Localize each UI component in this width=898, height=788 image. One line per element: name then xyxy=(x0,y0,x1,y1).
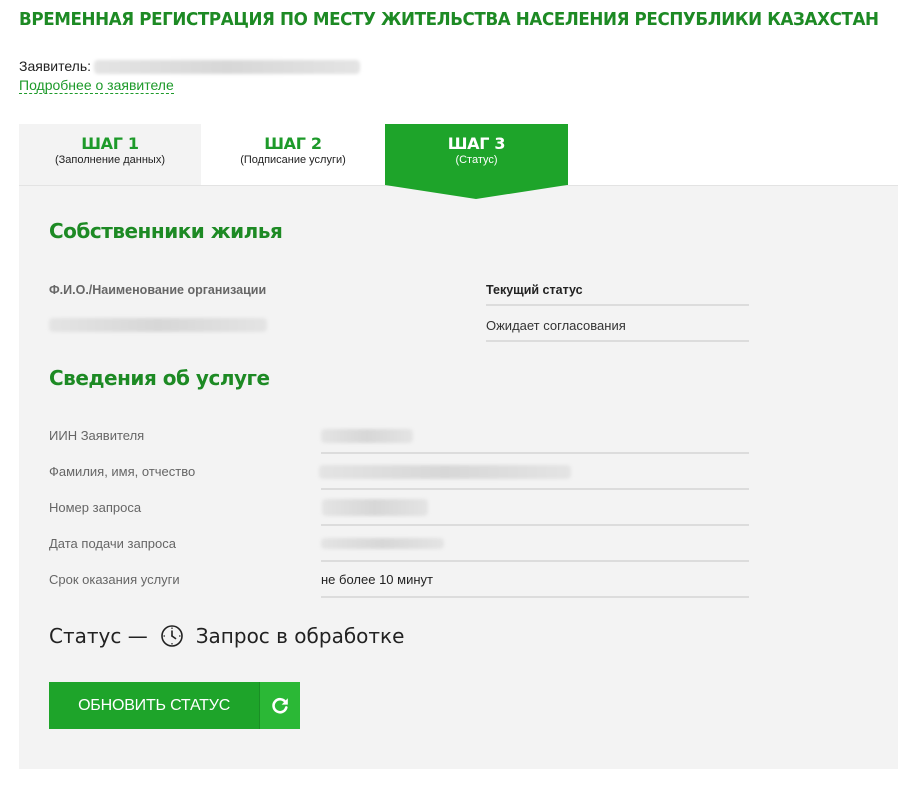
service-row-iin: ИИН Заявителя xyxy=(49,418,749,454)
fio-value-redacted xyxy=(319,465,571,479)
applicant-label: Заявитель: xyxy=(19,58,92,74)
step-3-tab[interactable]: ШАГ 3 (Статус) xyxy=(385,124,568,185)
service-row-deadline: Срок оказания услуги не более 10 минут xyxy=(49,562,749,598)
step-3-subtitle: (Статус) xyxy=(455,154,498,166)
service-row-fio: Фамилия, имя, отчество xyxy=(49,454,749,490)
step-1-tab[interactable]: ШАГ 1 (Заполнение данных) xyxy=(19,124,201,185)
service-row-label: Фамилия, имя, отчество xyxy=(49,464,196,479)
status-prefix: Статус — xyxy=(49,624,148,648)
request-date-redacted xyxy=(321,538,444,549)
step-2-title: ШАГ 2 xyxy=(264,134,322,153)
owner-name-redacted xyxy=(49,318,267,332)
owners-col-name-header: Ф.И.О./Наименование организации xyxy=(49,283,267,297)
applicant-name-redacted xyxy=(94,60,361,75)
step-3-active-pointer xyxy=(385,185,567,199)
status-text: Запрос в обработке xyxy=(195,624,405,648)
service-row-label: Срок оказания услуги xyxy=(49,572,180,587)
service-row-label: Номер запроса xyxy=(49,500,142,515)
page-title: ВРЕМЕННАЯ РЕГИСТРАЦИЯ ПО МЕСТУ ЖИТЕЛЬСТВ… xyxy=(19,10,879,30)
owners-col-status-header: Текущий статус xyxy=(486,283,583,297)
owners-header-divider xyxy=(486,304,749,306)
step-1-subtitle: (Заполнение данных) xyxy=(54,154,166,166)
step-3-title: ШАГ 3 xyxy=(447,134,506,153)
service-section-title: Сведения об услуге xyxy=(49,366,270,390)
service-row-label: ИИН Заявителя xyxy=(49,428,145,443)
service-row-value: не более 10 минут xyxy=(321,572,433,587)
applicant-details-link[interactable]: Подробнее о заявителе xyxy=(19,77,174,94)
refresh-status-label: ОБНОВИТЬ СТАТУС xyxy=(78,697,231,714)
refresh-status-button[interactable]: ОБНОВИТЬ СТАТУС xyxy=(49,682,300,729)
step-2-tab[interactable]: ШАГ 2 (Подписание услуги) xyxy=(201,124,385,185)
step-1-title: ШАГ 1 xyxy=(81,134,139,153)
step-2-subtitle: (Подписание услуги) xyxy=(240,154,346,166)
owners-row-divider xyxy=(486,340,749,342)
page-root: ВРЕМЕННАЯ РЕГИСТРАЦИЯ ПО МЕСТУ ЖИТЕЛЬСТВ… xyxy=(0,0,898,788)
service-row-divider xyxy=(321,596,749,598)
refresh-icon xyxy=(259,682,300,729)
service-row-label: Дата подачи запроса xyxy=(49,536,176,551)
steps-bar: ШАГ 1 (Заполнение данных) ШАГ 2 (Подписа… xyxy=(19,124,898,199)
service-row-request-number: Номер запроса xyxy=(49,490,749,526)
owners-table: Ф.И.О./Наименование организации Текущий … xyxy=(49,268,749,342)
service-row-request-date: Дата подачи запроса xyxy=(49,526,749,562)
request-number-redacted xyxy=(322,499,428,516)
status-line: Статус — Запрос в обработке xyxy=(49,624,404,648)
iin-value-redacted xyxy=(321,429,413,443)
applicant-line: Заявитель: xyxy=(19,58,361,75)
owners-section-title: Собственники жилья xyxy=(49,219,283,243)
owner-status-value: Ожидает согласования xyxy=(486,318,626,333)
clock-icon xyxy=(160,624,184,648)
